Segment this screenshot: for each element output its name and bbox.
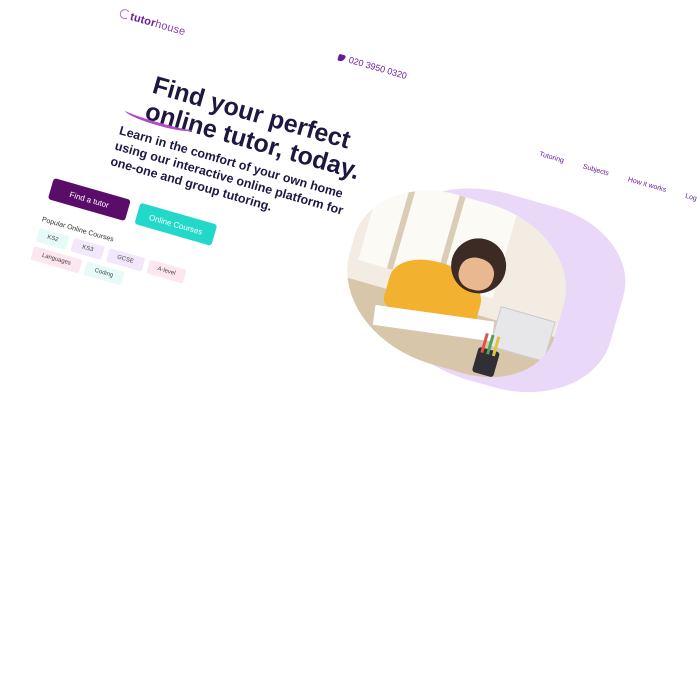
nav-tutoring[interactable]: Tutoring	[538, 151, 564, 165]
logo[interactable]: tutorhouse	[118, 7, 187, 39]
nav-subjects[interactable]: Subjects	[582, 163, 610, 177]
course-chip-ks2[interactable]: KS2	[35, 227, 70, 250]
phone-number: 020 3950 0320	[347, 54, 409, 82]
page: tutorhouse 020 3950 0320 Tutoring Subjec…	[0, 0, 697, 684]
nav-how-it-works[interactable]: How it works	[627, 176, 667, 194]
logo-text-thin: house	[153, 18, 187, 39]
phone-icon	[337, 53, 346, 63]
phone-link[interactable]: 020 3950 0320	[337, 52, 408, 81]
main-nav: Tutoring Subjects How it works Log in	[538, 151, 697, 205]
nav-log-in[interactable]: Log in	[684, 193, 697, 205]
course-chip-ks3[interactable]: KS3	[70, 237, 105, 261]
logo-text-bold: tutor	[128, 10, 157, 30]
find-a-tutor-button[interactable]: Find a tutor	[47, 177, 131, 222]
online-courses-button[interactable]: Online Courses	[134, 202, 218, 246]
